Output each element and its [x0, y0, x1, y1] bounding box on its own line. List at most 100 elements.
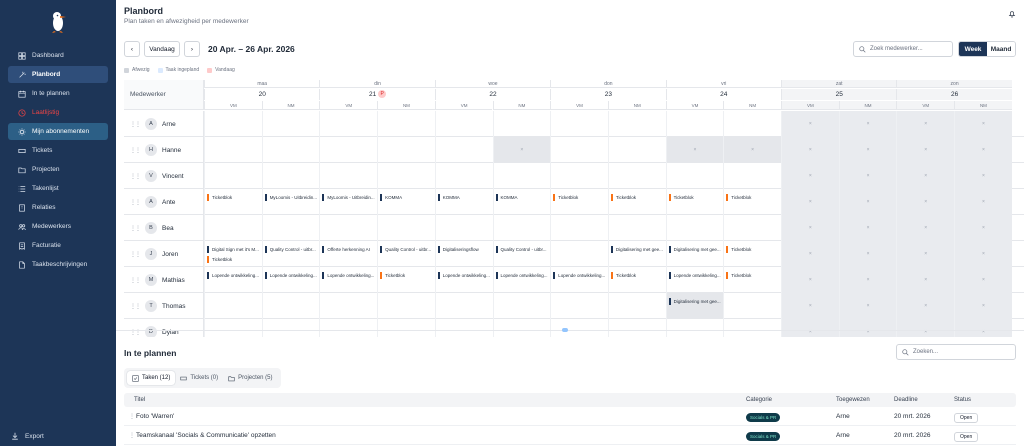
schedule-cell[interactable]: Lopende ontwikkeling... [261, 267, 320, 293]
schedule-cell[interactable]: Ticketblok [377, 267, 435, 293]
schedule-cell[interactable]: × [838, 267, 897, 293]
table-row[interactable]: ⋮ Teamskanaal 'Socials & Communicatie' op… [124, 427, 1016, 445]
schedule-cell[interactable]: Ticketblok [607, 267, 666, 293]
drag-handle-icon[interactable]: ⋮ [129, 413, 135, 420]
task-block[interactable]: KOMMA [380, 194, 433, 201]
schedule-cell[interactable]: × [838, 189, 897, 215]
view-week-button[interactable]: Week [959, 42, 987, 56]
task-block[interactable]: Digitalisering met gee... [610, 246, 664, 253]
schedule-cell[interactable]: Lopende ontwikkeling... [204, 267, 262, 293]
task-block[interactable]: Ticketblok [610, 194, 664, 201]
schedule-cell[interactable] [377, 293, 435, 319]
schedule-cell[interactable] [319, 137, 377, 163]
task-block[interactable]: Ticketblok [726, 272, 779, 279]
schedule-cell[interactable]: Ticketblok [723, 189, 781, 215]
schedule-cell[interactable] [723, 163, 781, 189]
task-block[interactable]: Ticketblok [726, 246, 779, 253]
task-block[interactable]: Ticketblok [553, 194, 606, 201]
schedule-cell[interactable] [550, 241, 608, 267]
schedule-cell[interactable] [607, 215, 666, 241]
schedule-cell[interactable] [607, 111, 666, 137]
schedule-cell[interactable] [261, 215, 320, 241]
schedule-cell[interactable]: Ticketblok [204, 189, 262, 215]
schedule-cell[interactable] [550, 111, 608, 137]
schedule-cell[interactable]: × [896, 189, 955, 215]
sidebar-item-medewerkers[interactable]: Medewerkers [8, 218, 108, 235]
schedule-cell[interactable]: × [838, 111, 897, 137]
schedule-cell[interactable] [550, 137, 608, 163]
sidebar-item-in-te-plannen[interactable]: In te plannen [8, 85, 108, 102]
drag-handle-icon[interactable]: ⋮⋮ [130, 251, 141, 258]
schedule-cell[interactable]: × [896, 215, 955, 241]
schedule-cell[interactable]: × [838, 137, 897, 163]
schedule-cell[interactable]: × [896, 163, 955, 189]
schedule-cell[interactable] [204, 293, 262, 319]
sidebar-item-facturatie[interactable]: Facturatie [8, 237, 108, 254]
task-block[interactable]: Lopende ontwikkeling... [668, 272, 722, 279]
schedule-cell[interactable] [204, 163, 262, 189]
schedule-cell[interactable]: × [723, 137, 781, 163]
schedule-cell[interactable]: × [954, 293, 1012, 319]
schedule-cell[interactable]: Quality Control - uitbr... [261, 241, 320, 267]
schedule-cell[interactable]: KOMMA [377, 189, 435, 215]
schedule-cell[interactable]: × [838, 215, 897, 241]
unplanned-search-input[interactable]: Zoeken... [896, 344, 1016, 360]
drag-handle-icon[interactable]: ⋮⋮ [130, 303, 141, 310]
sidebar-item-projecten[interactable]: Projecten [8, 161, 108, 178]
schedule-cell[interactable]: Digitalisering met gee... [607, 241, 666, 267]
schedule-cell[interactable] [665, 163, 724, 189]
schedule-cell[interactable]: Digital Sign met it's M... Ticketblok [204, 241, 262, 267]
schedule-cell[interactable] [377, 163, 435, 189]
task-block[interactable]: KOMMA [495, 194, 549, 201]
schedule-cell[interactable] [665, 111, 724, 137]
task-block[interactable]: Lopende ontwikkeling... [264, 272, 318, 279]
schedule-cell[interactable]: × [838, 163, 897, 189]
drag-handle-icon[interactable]: ⋮⋮ [130, 121, 141, 128]
schedule-cell[interactable]: Quality Control - uitbr... [377, 241, 435, 267]
schedule-cell[interactable] [723, 111, 781, 137]
schedule-cell[interactable]: × [838, 293, 897, 319]
schedule-cell[interactable]: × [954, 163, 1012, 189]
schedule-cell[interactable]: Digitaliseringsflow [434, 241, 493, 267]
panel-resize-handle[interactable] [116, 328, 1024, 333]
sidebar-item-relaties[interactable]: Relaties [8, 199, 108, 216]
task-block[interactable]: MyLoomis - Uitbreidin... [322, 194, 375, 201]
prev-week-button[interactable]: ‹ [124, 41, 140, 57]
schedule-cell[interactable] [204, 111, 262, 137]
schedule-cell[interactable] [492, 215, 551, 241]
schedule-cell[interactable]: × [781, 293, 839, 319]
sidebar-item-takenlijst[interactable]: Takenlijst [8, 180, 108, 197]
sidebar-item-tickets[interactable]: Tickets [8, 142, 108, 159]
view-month-button[interactable]: Maand [987, 42, 1015, 56]
schedule-cell[interactable]: × [954, 137, 1012, 163]
schedule-cell[interactable]: × [954, 215, 1012, 241]
schedule-cell[interactable]: × [781, 111, 839, 137]
schedule-cell[interactable]: × [954, 111, 1012, 137]
schedule-cell[interactable] [550, 215, 608, 241]
schedule-cell[interactable] [319, 215, 377, 241]
task-block[interactable]: Digitalisering met gee... [668, 246, 722, 253]
task-block[interactable]: Ticketblok [380, 272, 433, 279]
schedule-cell[interactable] [319, 163, 377, 189]
schedule-cell[interactable]: MyLoomis - Uitbreidin... [319, 189, 377, 215]
schedule-cell[interactable] [261, 293, 320, 319]
task-block[interactable]: Lopende ontwikkeling... [553, 272, 606, 279]
schedule-cell[interactable] [434, 293, 493, 319]
employee-search-input[interactable]: Zoek medewerker... [853, 41, 953, 57]
task-block[interactable]: KOMMA [437, 194, 491, 201]
drag-handle-icon[interactable]: ⋮⋮ [130, 277, 141, 284]
task-block[interactable]: Digital Sign met it's M... [207, 246, 260, 253]
tab-taken[interactable]: Taken (12) [127, 371, 176, 385]
task-block[interactable]: Quality Control - uitbr... [264, 246, 318, 253]
tab-tickets[interactable]: Tickets (0) [175, 371, 223, 385]
schedule-cell[interactable] [550, 293, 608, 319]
schedule-cell[interactable]: × [781, 163, 839, 189]
drag-handle-icon[interactable]: ⋮⋮ [130, 173, 141, 180]
drag-handle-icon[interactable]: ⋮⋮ [130, 225, 141, 232]
schedule-cell[interactable]: Offerte herkenning AI [319, 241, 377, 267]
sidebar-item-mijn-abonnementen[interactable]: Mijn abonnementen [8, 123, 108, 140]
task-block[interactable]: Lopende ontwikkeling... [207, 272, 260, 279]
schedule-cell[interactable] [434, 215, 493, 241]
schedule-cell[interactable]: Digitalisering met gee... [665, 241, 724, 267]
schedule-cell[interactable] [204, 137, 262, 163]
